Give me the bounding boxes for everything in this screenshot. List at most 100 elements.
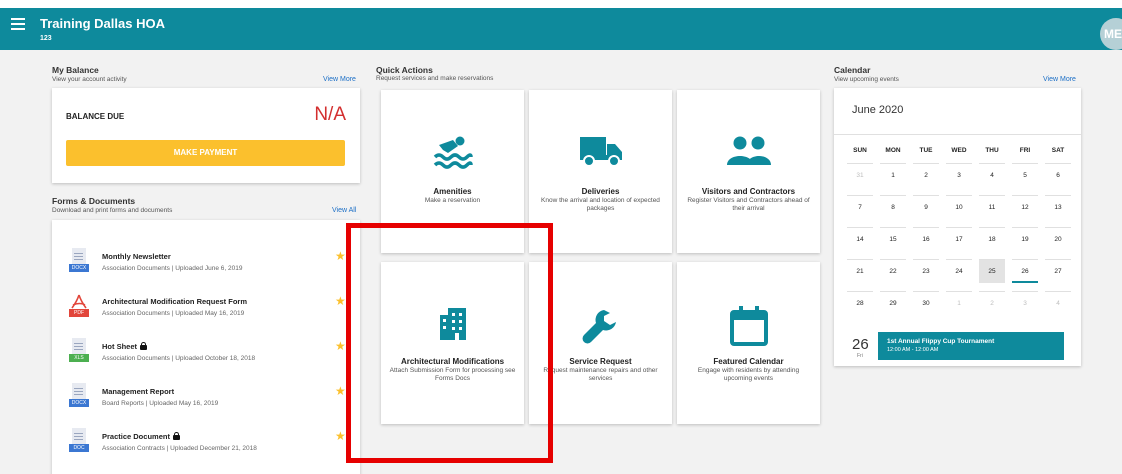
- calendar-day[interactable]: 29: [880, 291, 906, 315]
- tile-title: Service Request: [569, 357, 632, 366]
- file-type-badge: XLS: [69, 354, 89, 362]
- user-avatar[interactable]: ME: [1100, 18, 1122, 50]
- tile-description: Know the arrival and location of expecte…: [541, 197, 660, 212]
- calendar-event[interactable]: 1st Annual Flippy Cup Tournament 12:00 A…: [878, 332, 1064, 360]
- forms-view-all-link[interactable]: View All: [332, 207, 356, 214]
- pdf-file-icon: PDF: [69, 293, 89, 319]
- document-meta: Association Documents | Uploaded October…: [102, 355, 256, 362]
- calendar-day[interactable]: 8: [880, 195, 906, 219]
- calendar-day[interactable]: 1: [880, 163, 906, 187]
- dashboard: My Balance View your account activity Vi…: [0, 50, 1122, 474]
- favorite-star-icon[interactable]: ★: [335, 384, 346, 398]
- quick-action-featured-calendar[interactable]: Featured Calendar Engage with residents b…: [677, 262, 820, 424]
- document-item[interactable]: DOC Practice Document Association Contract…: [52, 426, 362, 471]
- calendar-card: June 2020 SUN MON TUE WED THU FRI SAT 31 1 2 3 4 5 6 7…: [834, 88, 1081, 366]
- quick-action-service-request[interactable]: Service Request Request maintenance repai…: [529, 262, 672, 424]
- tile-description: Engage with residents by attending upcom…: [697, 367, 800, 382]
- document-item[interactable]: PDF Architectural Modification Request Fo…: [52, 291, 362, 336]
- document-title[interactable]: Practice Document: [102, 432, 180, 441]
- event-day-number: 26: [852, 336, 869, 353]
- weekday-header: TUE: [919, 147, 933, 154]
- calendar-day[interactable]: 30: [913, 291, 939, 315]
- favorite-star-icon[interactable]: ★: [335, 339, 346, 353]
- calendar-day[interactable]: 21: [847, 259, 873, 283]
- calendar-day[interactable]: 13: [1045, 195, 1071, 219]
- document-item[interactable]: DOCX Monthly Newsletter Association Docume…: [52, 246, 362, 291]
- calendar-day[interactable]: 15: [880, 227, 906, 251]
- calendar-day[interactable]: 28: [847, 291, 873, 315]
- screen-bezel: [0, 0, 1122, 8]
- calendar-day[interactable]: 24: [946, 259, 972, 283]
- calendar-day[interactable]: 1: [946, 291, 972, 315]
- balance-title: My Balance: [52, 65, 99, 75]
- calendar-day[interactable]: 10: [946, 195, 972, 219]
- calendar-day[interactable]: 12: [1012, 195, 1038, 219]
- favorite-star-icon[interactable]: ★: [335, 294, 346, 308]
- calendar-day[interactable]: 16: [913, 227, 939, 251]
- calendar-day[interactable]: 18: [979, 227, 1005, 251]
- hamburger-menu-icon[interactable]: [11, 18, 25, 30]
- tile-title: Deliveries: [581, 187, 620, 196]
- calendar-day[interactable]: 27: [1045, 259, 1071, 283]
- make-payment-button[interactable]: MAKE PAYMENT: [66, 140, 345, 166]
- wrench-icon: [529, 306, 672, 350]
- document-title[interactable]: Hot Sheet: [102, 342, 148, 351]
- calendar-day[interactable]: 26: [1012, 259, 1038, 283]
- calendar-day[interactable]: 4: [979, 163, 1005, 187]
- calendar-day[interactable]: 19: [1012, 227, 1038, 251]
- calendar-day[interactable]: 20: [1045, 227, 1071, 251]
- document-title-text: Architectural Modification Request Form: [102, 297, 248, 306]
- balance-due-label: BALANCE DUE: [66, 112, 125, 121]
- calendar-day[interactable]: 17: [946, 227, 972, 251]
- balance-due-value: N/A: [314, 104, 346, 125]
- calendar-view-more-link[interactable]: View More: [1043, 76, 1076, 83]
- calendar-day[interactable]: 6: [1045, 163, 1071, 187]
- quick-actions-subtitle: Request services and make reservations: [376, 75, 494, 82]
- lock-icon: [172, 432, 180, 440]
- tile-title: Amenities: [433, 187, 472, 196]
- calendar-day[interactable]: 2: [979, 291, 1005, 315]
- calendar-day[interactable]: 9: [913, 195, 939, 219]
- calendar-day[interactable]: 22: [880, 259, 906, 283]
- app-header: Training Dallas HOA 123 ME: [0, 8, 1122, 50]
- forms-card: DOCX Monthly Newsletter Association Docume…: [52, 220, 360, 474]
- calendar-day[interactable]: 11: [979, 195, 1005, 219]
- document-meta: Association Documents | Uploaded June 6,…: [102, 265, 243, 272]
- event-day-of-week: Fri: [857, 353, 863, 359]
- document-title[interactable]: Architectural Modification Request Form: [102, 297, 247, 306]
- calendar-day[interactable]: 14: [847, 227, 873, 251]
- document-file-icon: XLS: [69, 338, 89, 364]
- quick-action-architectural-modifications[interactable]: Architectural Modifications Attach Submis…: [381, 262, 524, 424]
- app-subtitle: 123: [40, 35, 52, 42]
- calendar-day[interactable]: 5: [1012, 163, 1038, 187]
- calendar-day[interactable]: 7: [847, 195, 873, 219]
- tile-description: Register Visitors and Contractors ahead …: [687, 197, 810, 212]
- balance-view-more-link[interactable]: View More: [323, 76, 356, 83]
- document-title-text: Hot Sheet: [102, 342, 138, 351]
- quick-action-deliveries[interactable]: Deliveries Know the arrival and location …: [529, 90, 672, 253]
- calendar-day[interactable]: 23: [913, 259, 939, 283]
- calendar-day[interactable]: 4: [1045, 291, 1071, 315]
- calendar-day[interactable]: 2: [913, 163, 939, 187]
- quick-action-amenities[interactable]: Amenities Make a reservation: [381, 90, 524, 253]
- event-time: 12:00 AM - 12:00 AM: [887, 347, 939, 353]
- document-item[interactable]: DOCX Management Report Board Reports | Upl…: [52, 381, 362, 426]
- document-title[interactable]: Management Report: [102, 387, 174, 396]
- file-type-badge: DOCX: [69, 399, 89, 407]
- calendar-day[interactable]: 3: [946, 163, 972, 187]
- tile-description: Make a reservation: [424, 197, 481, 204]
- quick-action-visitors-and-contractors[interactable]: Visitors and Contractors Register Visitor…: [677, 90, 820, 253]
- favorite-star-icon[interactable]: ★: [335, 249, 346, 263]
- tile-title: Visitors and Contractors: [701, 187, 796, 196]
- forms-subtitle: Download and print forms and documents: [52, 207, 173, 214]
- swimming-icon: [381, 136, 524, 180]
- calendar-day[interactable]: 31: [847, 163, 873, 187]
- calendar-day[interactable]: 3: [1012, 291, 1038, 315]
- document-title[interactable]: Monthly Newsletter: [102, 252, 171, 261]
- favorite-star-icon[interactable]: ★: [335, 429, 346, 443]
- balance-card: BALANCE DUE N/A MAKE PAYMENT: [52, 88, 360, 183]
- calendar-icon: [677, 306, 820, 350]
- calendar-day[interactable]: 25: [979, 259, 1005, 283]
- lock-icon: [140, 342, 148, 350]
- document-item[interactable]: XLS Hot Sheet Association Documents | Uplo…: [52, 336, 362, 381]
